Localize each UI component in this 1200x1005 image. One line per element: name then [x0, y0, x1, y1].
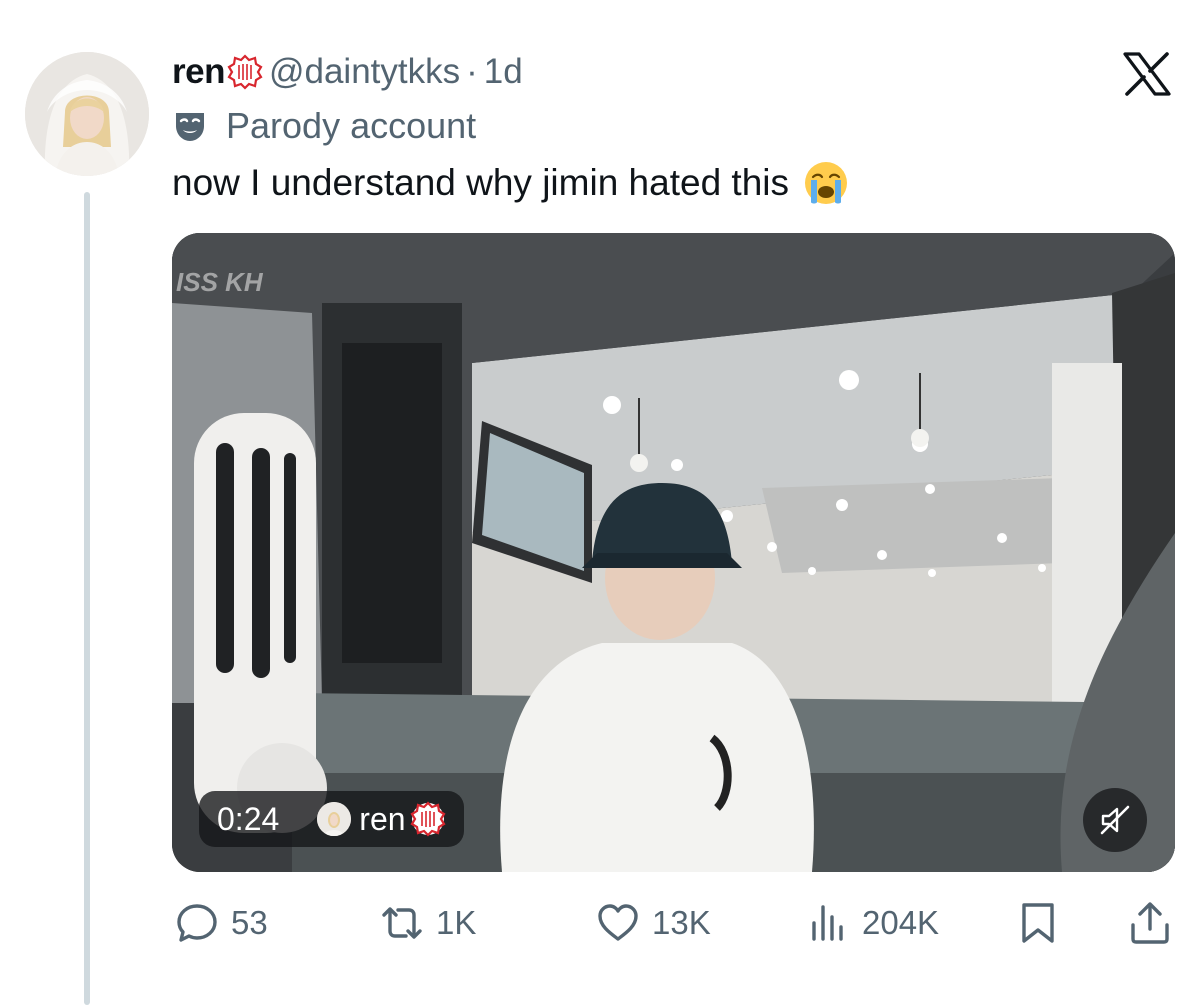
tweet-header: ren @daintytkks · 1d	[172, 50, 523, 94]
theater-mask-icon	[176, 113, 204, 141]
views-button[interactable]: 204K	[806, 893, 939, 953]
speaker-muted-icon	[1100, 805, 1130, 835]
red-seal-badge-icon	[410, 801, 446, 837]
share-button[interactable]	[1128, 893, 1184, 953]
author-name[interactable]: ren	[172, 52, 225, 92]
uploader-avatar	[317, 802, 352, 836]
separator-dot: ·	[466, 52, 478, 91]
reply-icon	[177, 904, 217, 942]
video-timestamp: 0:24	[217, 800, 280, 837]
parody-label-text: Parody account	[226, 105, 477, 146]
like-count: 13K	[652, 904, 711, 941]
uploader-name: ren	[359, 800, 406, 837]
repost-button[interactable]: 1K	[380, 893, 476, 953]
avatar[interactable]	[25, 52, 149, 176]
reply-count: 53	[231, 904, 268, 941]
red-seal-badge-icon	[227, 54, 263, 90]
x-logo-icon[interactable]	[1123, 52, 1171, 96]
video-frame: ISS KH	[172, 233, 1175, 872]
tweet-text: now I understand why jimin hated this	[172, 160, 849, 206]
tweet-body: now I understand why jimin hated this	[172, 162, 790, 203]
repost-icon	[382, 907, 422, 939]
tweet-time[interactable]: 1d	[484, 52, 523, 92]
parody-label: Parody account	[172, 104, 476, 148]
repost-count: 1K	[436, 904, 477, 941]
loudly-crying-face-icon	[805, 162, 848, 204]
video-player[interactable]: ISS KH	[172, 233, 1175, 872]
author-handle[interactable]: @daintytkks	[269, 52, 460, 92]
views-chart-icon	[812, 905, 843, 941]
video-timestamp-pill: 0:24 ren	[199, 791, 464, 847]
bookmark-button[interactable]	[1016, 893, 1072, 953]
bookmark-icon	[1022, 903, 1054, 943]
heart-icon	[598, 904, 638, 941]
reply-button[interactable]: 53	[175, 893, 268, 953]
share-icon	[1131, 902, 1169, 944]
like-button[interactable]: 13K	[596, 893, 711, 953]
mute-button[interactable]	[1083, 788, 1147, 852]
tweet-actions: 53 1K 13K 204K	[0, 893, 1200, 953]
video-watermark: ISS KH	[176, 267, 264, 297]
thread-line	[84, 192, 90, 1005]
views-count: 204K	[862, 904, 940, 941]
